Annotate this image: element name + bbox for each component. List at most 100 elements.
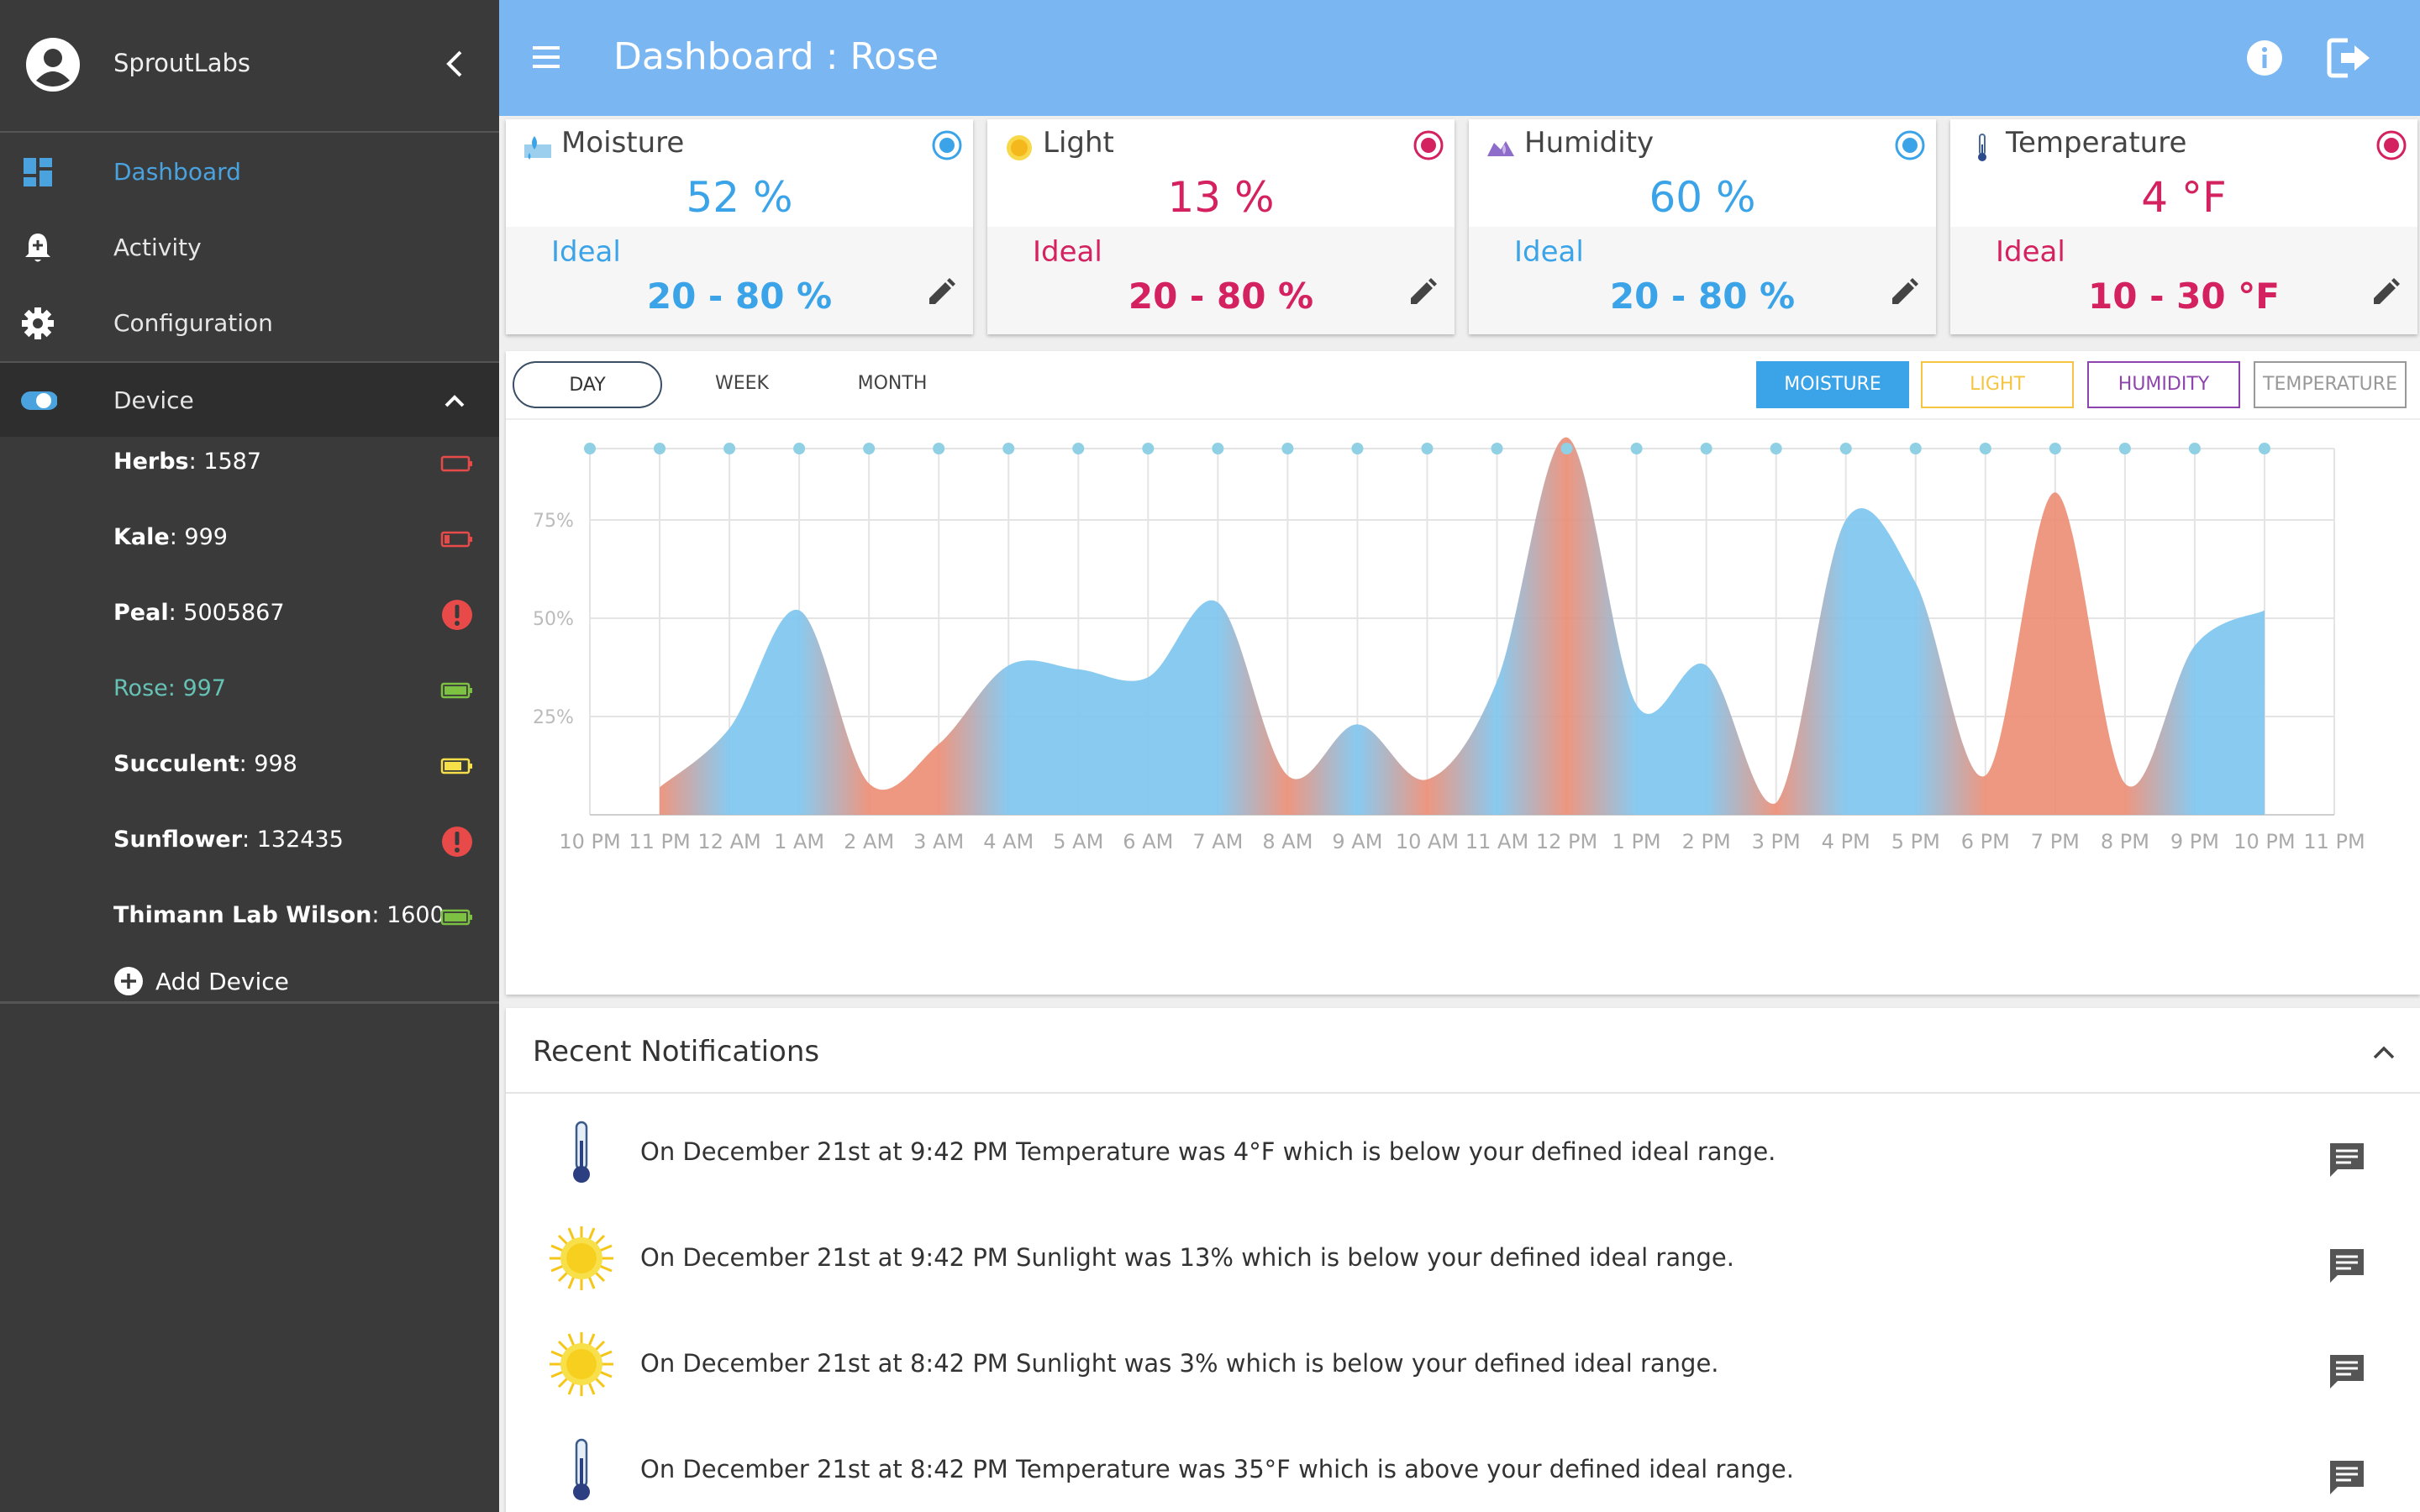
card-value: 13 % <box>1167 173 1275 222</box>
edit-icon[interactable] <box>2370 277 2401 307</box>
notification-item: On December 21st at 8:42 PM Temperature … <box>506 1411 2420 1512</box>
chart-point[interactable] <box>2118 443 2131 454</box>
chart-point[interactable] <box>1979 443 1991 454</box>
ideal-range: 20 - 80 % <box>646 276 833 317</box>
range-tab-month[interactable]: MONTH <box>817 361 968 408</box>
chart-point[interactable] <box>1770 443 1782 454</box>
chart-point[interactable] <box>1072 443 1085 454</box>
chart-point[interactable] <box>1839 443 1852 454</box>
card-title: Moisture <box>561 126 685 160</box>
device-id: 5005867 <box>183 600 285 626</box>
collapse-sidebar-icon[interactable] <box>442 47 467 81</box>
notifications-title: Recent Notifications <box>533 1035 820 1068</box>
device-item-thimann-lab-wilson[interactable]: Thimann Lab Wilson: 1600 <box>0 884 499 959</box>
chart-divider <box>506 418 2420 420</box>
radio-selected-icon[interactable] <box>2375 129 2407 161</box>
x-tick-label: 3 AM <box>913 830 964 853</box>
device-id: 1600 <box>387 902 445 928</box>
chart-point[interactable] <box>1421 443 1434 454</box>
ideal-label: Ideal <box>1514 235 1584 269</box>
range-tab-day[interactable]: DAY <box>513 361 662 408</box>
radio-selected-icon[interactable] <box>931 129 963 161</box>
chart-point[interactable] <box>1281 443 1294 454</box>
chart-point[interactable] <box>1212 443 1224 454</box>
chart-point[interactable] <box>1560 443 1573 454</box>
x-tick-label: 1 PM <box>1612 830 1661 853</box>
metric-tab-temperature[interactable]: TEMPERATURE <box>2254 361 2407 408</box>
chart-point[interactable] <box>2188 443 2201 454</box>
x-tick-label: 6 PM <box>1961 830 2010 853</box>
x-tick-label: 3 PM <box>1752 830 1801 853</box>
chart-point[interactable] <box>654 443 666 454</box>
notification-item: On December 21st at 9:42 PM Sunlight was… <box>506 1200 2420 1305</box>
nav-item-dashboard[interactable]: Dashboard <box>0 134 499 210</box>
chart-point[interactable] <box>863 443 876 454</box>
battery-low-icon <box>440 531 472 548</box>
device-item-herbs[interactable]: Herbs: 1587 <box>0 430 499 506</box>
metric-tab-light[interactable]: LIGHT <box>1921 361 2074 408</box>
y-tick-label: 25% <box>533 707 574 728</box>
logout-icon[interactable] <box>2326 35 2373 81</box>
edit-icon[interactable] <box>1889 277 1919 307</box>
card-title: Light <box>1043 126 1114 160</box>
battery-medium-icon <box>440 758 472 774</box>
chart-point[interactable] <box>723 443 736 454</box>
device-item-peal[interactable]: Peal: 5005867 <box>0 581 499 657</box>
chart-point[interactable] <box>1491 443 1503 454</box>
app-name: SproutLabs <box>113 49 251 77</box>
y-tick-label: 50% <box>533 609 574 630</box>
chevron-up-icon[interactable] <box>442 388 467 413</box>
device-label: Herbs: 1587 <box>113 449 262 475</box>
gear-icon <box>22 307 54 339</box>
moisture-icon <box>524 136 551 160</box>
metric-tab-humidity[interactable]: HUMIDITY <box>2087 361 2240 408</box>
chart-point[interactable] <box>2049 443 2061 454</box>
x-tick-label: 11 PM <box>2303 830 2365 853</box>
device-item-sunflower[interactable]: Sunflower: 132435 <box>0 808 499 884</box>
chart-point[interactable] <box>1630 443 1643 454</box>
nav-item-activity[interactable]: Activity <box>0 210 499 286</box>
comment-icon[interactable] <box>2326 1351 2368 1393</box>
toggle-icon[interactable] <box>17 383 57 418</box>
chart-point[interactable] <box>1909 443 1922 454</box>
metric-card-light: Light 13 % Ideal 20 - 80 % <box>987 119 1455 334</box>
moisture-area-series <box>660 437 2265 815</box>
menu-icon[interactable] <box>529 40 563 74</box>
user-avatar-icon[interactable] <box>25 37 81 92</box>
range-tab-week[interactable]: WEEK <box>671 361 813 408</box>
edit-icon[interactable] <box>1407 277 1438 307</box>
chart-point[interactable] <box>1351 443 1364 454</box>
chart-point[interactable] <box>793 443 806 454</box>
info-icon[interactable] <box>2245 39 2284 77</box>
chart-point[interactable] <box>584 443 596 454</box>
nav-item-device[interactable]: Device <box>0 361 499 437</box>
comment-icon[interactable] <box>2326 1245 2368 1287</box>
comment-icon[interactable] <box>2326 1139 2368 1181</box>
nav-item-configuration[interactable]: Configuration <box>0 286 499 361</box>
x-tick-label: 6 AM <box>1123 830 1173 853</box>
radio-selected-icon[interactable] <box>1894 129 1926 161</box>
thermometer-icon <box>1978 134 1986 161</box>
nav-label-activity: Activity <box>113 234 202 261</box>
device-item-kale[interactable]: Kale: 999 <box>0 506 499 581</box>
thermometer-icon <box>573 1438 590 1500</box>
chart-point[interactable] <box>933 443 945 454</box>
notification-text: On December 21st at 8:42 PM Sunlight was… <box>640 1349 1719 1378</box>
device-label: Sunflower: 132435 <box>113 827 344 853</box>
humidity-icon <box>1487 141 1514 156</box>
device-item-succulent[interactable]: Succulent: 998 <box>0 732 499 808</box>
notifications-panel: Recent Notifications On December 21st at… <box>506 1008 2420 1512</box>
device-item-rose[interactable]: Rose: 997 <box>0 657 499 732</box>
chart-point[interactable] <box>1700 443 1712 454</box>
device-name: Succulent <box>113 751 239 777</box>
metric-tab-moisture[interactable]: MOISTURE <box>1756 361 1909 408</box>
edit-icon[interactable] <box>926 277 956 307</box>
radio-selected-icon[interactable] <box>1413 129 1444 161</box>
chart-point[interactable] <box>1002 443 1015 454</box>
chevron-up-icon[interactable] <box>2371 1040 2396 1065</box>
chart-point[interactable] <box>1142 443 1155 454</box>
device-id: 999 <box>184 524 228 550</box>
chart-point[interactable] <box>2258 443 2270 454</box>
top-app-bar: Dashboard : Rose <box>499 0 2420 116</box>
comment-icon[interactable] <box>2326 1457 2368 1499</box>
